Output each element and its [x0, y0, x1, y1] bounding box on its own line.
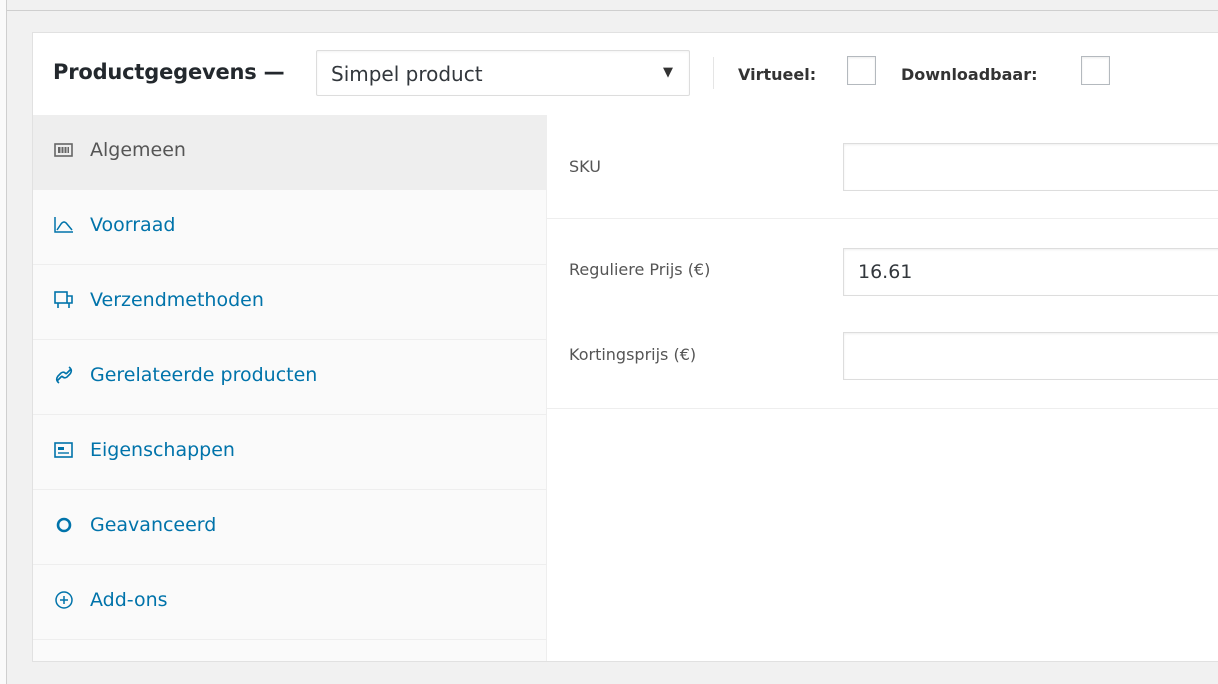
tab-shipping-label: Verzendmethoden — [90, 289, 264, 311]
tab-linked-products-label: Gerelateerde producten — [90, 364, 318, 386]
sale-price-label: Kortingsprijs (€) — [569, 345, 697, 364]
pricing-group: Reguliere Prijs (€) 16.61 Kortingsprijs … — [547, 218, 1218, 409]
window-left-edge — [0, 0, 7, 684]
tab-add-ons[interactable]: Add-ons — [33, 565, 546, 640]
inventory-icon — [54, 217, 73, 233]
link-icon — [55, 366, 73, 384]
sku-input[interactable] — [843, 143, 1218, 191]
attributes-icon — [54, 442, 73, 458]
tab-linked-products[interactable]: Gerelateerde producten — [33, 340, 546, 415]
sale-price-input[interactable] — [843, 332, 1218, 380]
sku-label: SKU — [569, 157, 601, 176]
general-panel: SKU Reguliere Prijs (€) 16.61 Kortingspr… — [547, 115, 1218, 661]
tab-add-ons-label: Add-ons — [90, 589, 168, 611]
regular-price-input[interactable]: 16.61 — [843, 248, 1218, 296]
product-type-select[interactable]: Simpel product ▼ — [316, 50, 690, 96]
panel-header: Productgegevens — Simpel product ▼ Virtu… — [33, 33, 1218, 116]
chevron-down-icon: ▼ — [663, 65, 673, 80]
tab-advanced-label: Geavanceerd — [90, 514, 217, 536]
tab-general-label: Algemeen — [90, 139, 186, 161]
tab-attributes-label: Eigenschappen — [90, 439, 235, 461]
downloadable-label: Downloadbaar: — [901, 65, 1038, 84]
gear-icon — [56, 517, 72, 533]
general-icon — [54, 143, 73, 157]
product-type-value: Simpel product — [331, 62, 483, 86]
virtual-checkbox[interactable] — [847, 56, 876, 85]
product-data-panel: Productgegevens — Simpel product ▼ Virtu… — [32, 32, 1218, 662]
downloadable-checkbox[interactable] — [1081, 56, 1110, 85]
product-data-tabs: Algemeen Voorraad Verzendmethoden Gerela… — [33, 115, 547, 661]
sku-group: SKU — [547, 115, 1218, 219]
regular-price-label: Reguliere Prijs (€) — [569, 260, 711, 279]
tab-inventory[interactable]: Voorraad — [33, 190, 546, 265]
shipping-icon — [54, 291, 73, 308]
tab-shipping[interactable]: Verzendmethoden — [33, 265, 546, 340]
virtual-label: Virtueel: — [738, 65, 817, 84]
header-divider — [713, 57, 714, 89]
tab-attributes[interactable]: Eigenschappen — [33, 415, 546, 490]
window-top-edge — [6, 10, 1218, 11]
tab-inventory-label: Voorraad — [90, 214, 176, 236]
panel-title: Productgegevens — — [53, 60, 285, 84]
add-circle-icon — [55, 591, 73, 609]
regular-price-value: 16.61 — [858, 261, 913, 283]
tab-general[interactable]: Algemeen — [33, 115, 546, 190]
tab-advanced[interactable]: Geavanceerd — [33, 490, 546, 565]
